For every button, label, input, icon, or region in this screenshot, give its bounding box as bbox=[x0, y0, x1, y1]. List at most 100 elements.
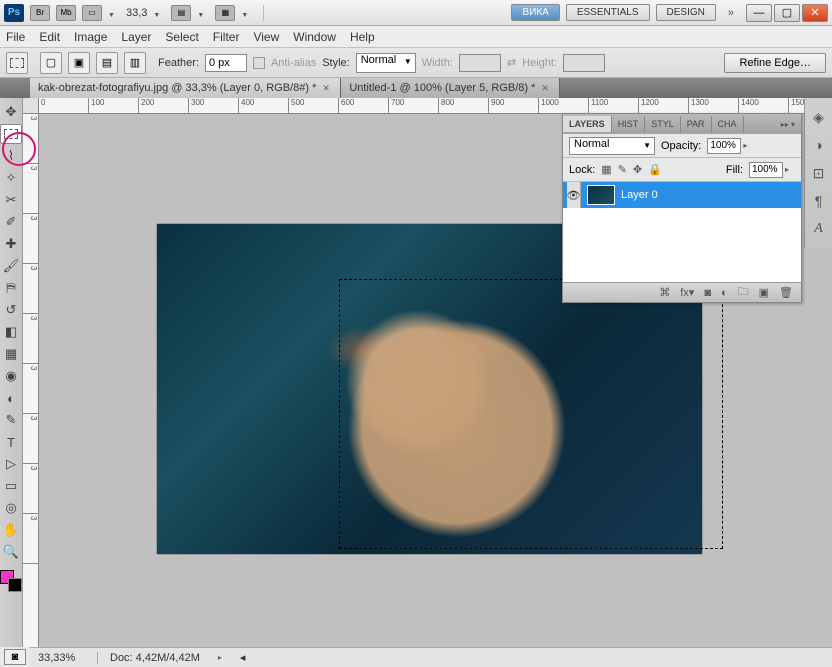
feather-input[interactable] bbox=[205, 54, 247, 72]
menu-help[interactable]: Help bbox=[350, 30, 375, 44]
menu-select[interactable]: Select bbox=[165, 30, 198, 44]
blend-mode-select[interactable]: Normal bbox=[569, 137, 655, 155]
wand-tool[interactable]: ✧ bbox=[0, 168, 22, 188]
opacity-label: Opacity: bbox=[661, 140, 701, 152]
zoom-tool[interactable]: 🔍 bbox=[0, 542, 22, 562]
visibility-icon[interactable]: 👁 bbox=[567, 182, 581, 208]
new-layer-icon[interactable]: ▣ bbox=[759, 286, 769, 299]
chevron-down-icon[interactable] bbox=[108, 8, 120, 18]
hand-tool[interactable]: ✋ bbox=[0, 520, 22, 540]
sel-subtract-icon[interactable]: ▤ bbox=[96, 52, 118, 74]
sel-new-icon[interactable]: ▢ bbox=[40, 52, 62, 74]
fx-icon[interactable]: fx▾ bbox=[680, 286, 694, 299]
doc-tab-2[interactable]: Untitled-1 @ 100% (Layer 5, RGB/8) * ✕ bbox=[341, 78, 560, 98]
minibridge-button[interactable]: Mb bbox=[56, 5, 76, 21]
mask-icon[interactable]: ◙ bbox=[704, 287, 711, 299]
eraser-tool[interactable]: ◧ bbox=[0, 322, 22, 342]
menu-filter[interactable]: Filter bbox=[213, 30, 240, 44]
lock-move-icon[interactable]: ✥ bbox=[633, 163, 642, 176]
workspace-essentials[interactable]: ESSENTIALS bbox=[566, 4, 650, 21]
heal-tool[interactable]: ✚ bbox=[0, 234, 22, 254]
lock-transparent-icon[interactable]: ▦ bbox=[601, 163, 611, 176]
bridge-button[interactable]: Br bbox=[30, 5, 50, 21]
workspace-design[interactable]: DESIGN bbox=[656, 4, 716, 21]
sel-intersect-icon[interactable]: ▥ bbox=[124, 52, 146, 74]
tab-character[interactable]: CHA bbox=[712, 116, 744, 132]
crop-tool[interactable]: ✂ bbox=[0, 190, 22, 210]
maximize-button[interactable]: ▢ bbox=[774, 4, 800, 22]
arrange-icon[interactable]: ▤ bbox=[171, 5, 191, 21]
sel-add-icon[interactable]: ▣ bbox=[68, 52, 90, 74]
stamp-tool[interactable]: ⛿ bbox=[0, 278, 22, 298]
ruler-horizontal: 0 100 200 300 400 500 600 700 800 900 10… bbox=[39, 98, 832, 114]
background-swatch[interactable] bbox=[8, 578, 22, 592]
lock-all-icon[interactable]: 🔒 bbox=[648, 163, 662, 176]
marquee-tool[interactable] bbox=[0, 124, 22, 144]
chevron-right-icon[interactable]: ▸ bbox=[785, 165, 795, 174]
tab-paragraph[interactable]: PAR bbox=[681, 116, 712, 132]
more-workspaces-icon[interactable]: » bbox=[722, 7, 740, 19]
menu-view[interactable]: View bbox=[253, 30, 279, 44]
paths-panel-icon[interactable]: ⊡ bbox=[810, 164, 828, 182]
pen-tool[interactable]: ✎ bbox=[0, 410, 22, 430]
delete-layer-icon[interactable]: 🗑 bbox=[779, 286, 793, 299]
opacity-input[interactable] bbox=[707, 138, 741, 154]
panel-menu-icon[interactable]: ▸▸ ▾ bbox=[775, 120, 801, 129]
screen-mode-icon[interactable]: ▭ bbox=[82, 5, 102, 21]
group-icon[interactable]: 🗀 bbox=[738, 283, 749, 302]
fill-input[interactable] bbox=[749, 162, 783, 178]
extras-icon[interactable]: ▦ bbox=[215, 5, 235, 21]
chevron-down-icon[interactable] bbox=[153, 8, 165, 18]
zoom-level[interactable]: 33,3 bbox=[126, 7, 147, 19]
close-button[interactable]: ✕ bbox=[802, 4, 828, 22]
menu-image[interactable]: Image bbox=[74, 30, 107, 44]
path-tool[interactable]: ▷ bbox=[0, 454, 22, 474]
move-tool[interactable]: ✥ bbox=[0, 102, 22, 122]
close-tab-icon[interactable]: ✕ bbox=[541, 83, 551, 93]
chevron-down-icon[interactable] bbox=[241, 8, 253, 18]
lasso-tool[interactable]: ⌇ bbox=[0, 146, 22, 166]
style-select[interactable]: Normal bbox=[356, 53, 416, 73]
workspace-vika[interactable]: ВИКА bbox=[511, 4, 559, 21]
eyedropper-tool[interactable]: ✐ bbox=[0, 212, 22, 232]
menu-bar: File Edit Image Layer Select Filter View… bbox=[0, 26, 832, 48]
chevron-down-icon[interactable] bbox=[197, 8, 209, 18]
menu-window[interactable]: Window bbox=[293, 30, 336, 44]
menu-file[interactable]: File bbox=[6, 30, 25, 44]
color-swatches[interactable] bbox=[0, 570, 22, 592]
character-panel-icon[interactable]: A bbox=[810, 220, 828, 238]
close-tab-icon[interactable]: ✕ bbox=[322, 83, 332, 93]
lock-paint-icon[interactable]: ✎ bbox=[618, 163, 627, 176]
refine-edge-button[interactable]: Refine Edge… bbox=[724, 53, 826, 73]
status-menu-icon[interactable]: ▸ bbox=[218, 653, 222, 662]
scroll-left-icon[interactable]: ◂ bbox=[240, 651, 246, 664]
chevron-right-icon[interactable]: ▸ bbox=[743, 141, 753, 150]
status-bar: 33,33% Doc: 4,42M/4,42M ▸ ◂ bbox=[30, 647, 832, 667]
doc-tab-1[interactable]: kak-obrezat-fotografiyu.jpg @ 33,3% (Lay… bbox=[30, 78, 341, 98]
gradient-tool[interactable]: ▦ bbox=[0, 344, 22, 364]
tool-preset-icon[interactable] bbox=[6, 52, 28, 74]
adjustment-layer-icon[interactable]: ◐ bbox=[721, 287, 728, 299]
tab-styles[interactable]: STYL bbox=[645, 116, 681, 132]
link-layers-icon[interactable]: ⌘ bbox=[659, 286, 670, 299]
tab-history[interactable]: HIST bbox=[612, 116, 646, 132]
adjustments-panel-icon[interactable]: ◑ bbox=[810, 136, 828, 154]
shape-tool[interactable]: ▭ bbox=[0, 476, 22, 496]
layer-row[interactable]: 👁 Layer 0 bbox=[563, 182, 801, 208]
layer-thumbnail[interactable] bbox=[587, 185, 615, 205]
paragraph-panel-icon[interactable]: ¶ bbox=[810, 192, 828, 210]
layers-panel-icon[interactable]: ◈ bbox=[810, 108, 828, 126]
brush-tool[interactable]: 🖌 bbox=[0, 256, 22, 276]
type-tool[interactable]: T bbox=[0, 432, 22, 452]
panel-footer: ⌘ fx▾ ◙ ◐ 🗀 ▣ 🗑 bbox=[563, 282, 801, 302]
blur-tool[interactable]: ◉ bbox=[0, 366, 22, 386]
history-brush-tool[interactable]: ↺ bbox=[0, 300, 22, 320]
3d-tool[interactable]: ◎ bbox=[0, 498, 22, 518]
menu-layer[interactable]: Layer bbox=[121, 30, 151, 44]
quickmask-icon[interactable]: ◙ bbox=[4, 649, 26, 665]
menu-edit[interactable]: Edit bbox=[39, 30, 60, 44]
dodge-tool[interactable]: ◐ bbox=[0, 388, 22, 408]
minimize-button[interactable]: — bbox=[746, 4, 772, 22]
status-zoom[interactable]: 33,33% bbox=[38, 652, 98, 664]
tab-layers[interactable]: LAYERS bbox=[563, 116, 612, 132]
